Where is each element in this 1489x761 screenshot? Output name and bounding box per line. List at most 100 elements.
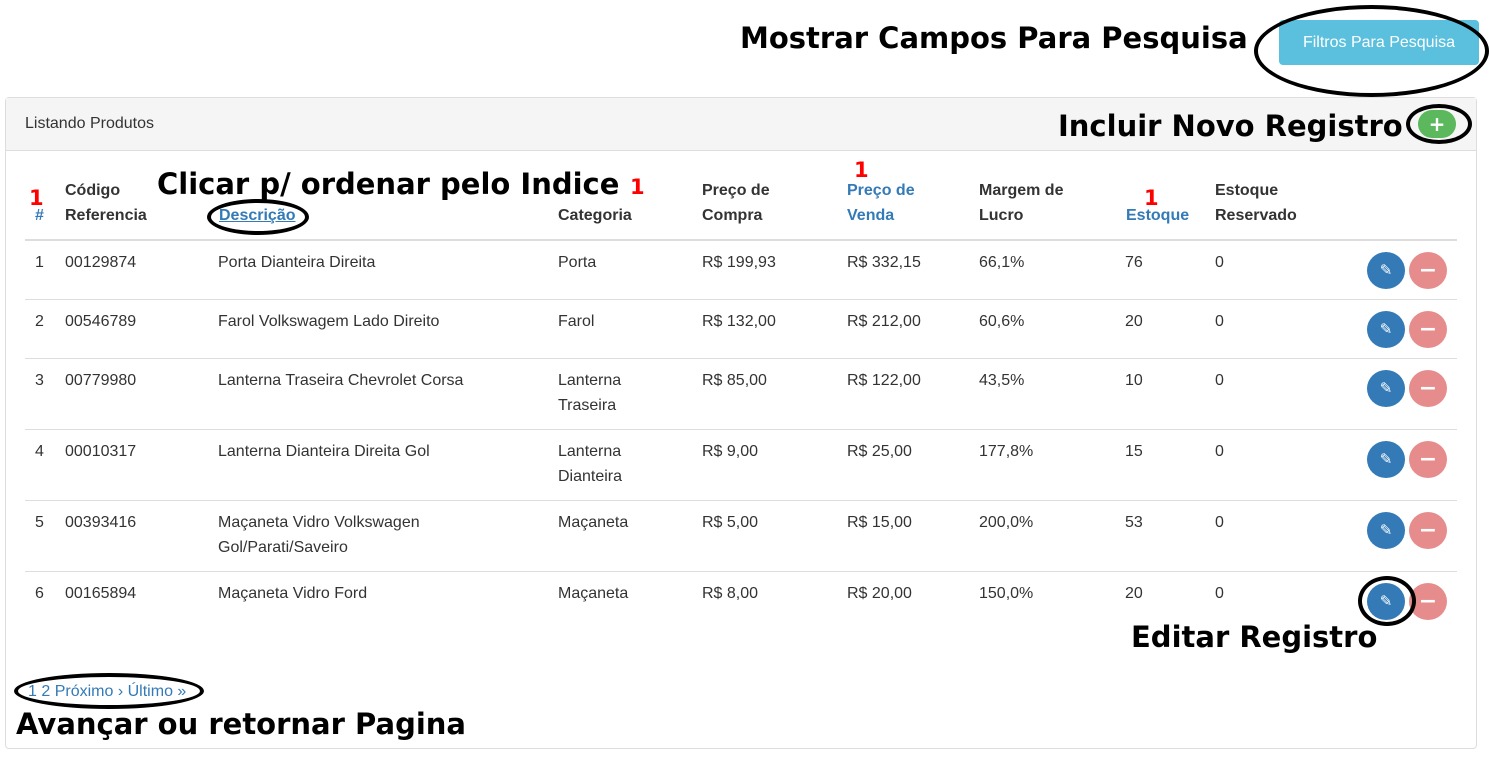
cell-stock: 20 xyxy=(1125,313,1143,330)
cell-index: 2 xyxy=(35,313,44,330)
edit-button[interactable]: ✎ xyxy=(1367,583,1405,620)
sort-marker-description: 1 xyxy=(630,175,645,199)
cell-index: 4 xyxy=(35,443,44,460)
delete-button[interactable]: − xyxy=(1409,311,1447,348)
header-buy-line2: Compra xyxy=(702,207,763,224)
header-sell-line1[interactable]: Preço de xyxy=(847,178,915,203)
cell-description: Lanterna Dianteira Direita Gol xyxy=(218,443,430,460)
cell-sell-price: R$ 15,00 xyxy=(847,514,912,531)
header-sell-line2[interactable]: Venda xyxy=(847,203,894,228)
annotation-click-sort: Clicar p/ ordenar pelo Indice xyxy=(157,167,620,201)
cell-code: 00129874 xyxy=(65,254,137,271)
edit-icon: ✎ xyxy=(1379,320,1393,338)
cell-reserved: 0 xyxy=(1215,443,1224,460)
cell-sell-price: R$ 332,15 xyxy=(847,254,921,271)
page-current[interactable]: 1 xyxy=(28,683,37,700)
cell-index: 3 xyxy=(35,372,44,389)
row-divider xyxy=(25,299,1457,300)
cell-buy-price: R$ 85,00 xyxy=(702,372,767,389)
cell-reserved: 0 xyxy=(1215,585,1224,602)
minus-icon: − xyxy=(1418,258,1438,283)
row-divider xyxy=(25,571,1457,572)
cell-category-line2: Dianteira xyxy=(558,468,623,485)
pagination: 1 2 Próximo › Último » xyxy=(28,681,186,703)
cell-stock: 20 xyxy=(1125,585,1143,602)
cell-sell-price: R$ 20,00 xyxy=(847,585,912,602)
cell-category: Lanterna xyxy=(558,372,622,389)
cell-buy-price: R$ 132,00 xyxy=(702,313,776,330)
edit-button[interactable]: ✎ xyxy=(1367,441,1405,478)
annotation-edit-record: Editar Registro xyxy=(1131,620,1378,654)
cell-code: 00546789 xyxy=(65,313,137,330)
cell-margin: 66,1% xyxy=(979,254,1025,271)
cell-reserved: 0 xyxy=(1215,313,1224,330)
edit-icon: ✎ xyxy=(1379,379,1393,397)
cell-margin: 60,6% xyxy=(979,313,1025,330)
cell-index: 6 xyxy=(35,585,44,602)
page-2-link[interactable]: 2 xyxy=(41,683,50,700)
annotation-add-new: Incluir Novo Registro xyxy=(1058,109,1403,143)
minus-icon: − xyxy=(1418,447,1438,472)
cell-description: Maçaneta Vidro Volkswagen xyxy=(218,514,420,531)
cell-index: 1 xyxy=(35,254,44,271)
delete-button[interactable]: − xyxy=(1409,370,1447,407)
cell-buy-price: R$ 9,00 xyxy=(702,443,759,460)
cell-description: Maçaneta Vidro Ford xyxy=(218,585,368,602)
header-code-line2: Referencia xyxy=(65,207,147,224)
edit-icon: ✎ xyxy=(1379,521,1393,539)
edit-button[interactable]: ✎ xyxy=(1367,370,1405,407)
delete-button[interactable]: − xyxy=(1409,512,1447,549)
cell-reserved: 0 xyxy=(1215,254,1224,271)
cell-code: 00779980 xyxy=(65,372,137,389)
cell-code: 00393416 xyxy=(65,514,137,531)
cell-description: Farol Volkswagem Lado Direito xyxy=(218,313,440,330)
cell-stock: 53 xyxy=(1125,514,1143,531)
edit-button[interactable]: ✎ xyxy=(1367,252,1405,289)
cell-description-line2: Gol/Parati/Saveiro xyxy=(218,539,348,556)
cell-stock: 10 xyxy=(1125,372,1143,389)
cell-category: Maçaneta xyxy=(558,585,629,602)
minus-icon: − xyxy=(1418,376,1438,401)
minus-icon: − xyxy=(1418,317,1438,342)
cell-margin: 150,0% xyxy=(979,585,1034,602)
cell-buy-price: R$ 8,00 xyxy=(702,585,759,602)
cell-sell-price: R$ 122,00 xyxy=(847,372,921,389)
delete-button[interactable]: − xyxy=(1409,583,1447,620)
filter-button[interactable]: Filtros Para Pesquisa xyxy=(1279,20,1479,65)
header-stock[interactable]: Estoque xyxy=(1126,203,1189,228)
cell-category: Lanterna xyxy=(558,443,622,460)
cell-margin: 200,0% xyxy=(979,514,1034,531)
plus-icon: + xyxy=(1428,112,1446,136)
minus-icon: − xyxy=(1418,518,1438,543)
cell-code: 00165894 xyxy=(65,585,137,602)
delete-button[interactable]: − xyxy=(1409,252,1447,289)
row-divider xyxy=(25,429,1457,430)
cell-reserved: 0 xyxy=(1215,372,1224,389)
row-divider xyxy=(25,358,1457,359)
cell-buy-price: R$ 199,93 xyxy=(702,254,776,271)
header-index[interactable]: # xyxy=(35,203,44,228)
cell-margin: 177,8% xyxy=(979,443,1034,460)
header-description[interactable]: Descrição xyxy=(219,203,296,228)
page-last-link[interactable]: Último » xyxy=(128,683,187,700)
edit-button[interactable]: ✎ xyxy=(1367,311,1405,348)
edit-button[interactable]: ✎ xyxy=(1367,512,1405,549)
page-next-link[interactable]: Próximo › xyxy=(55,683,123,700)
cell-category: Farol xyxy=(558,313,595,330)
cell-stock: 15 xyxy=(1125,443,1143,460)
header-buy-line1: Preço de xyxy=(702,182,770,199)
panel-title: Listando Produtos xyxy=(25,115,154,132)
cell-margin: 43,5% xyxy=(979,372,1025,389)
header-reserved-line1: Estoque xyxy=(1215,182,1279,199)
header-category: Categoria xyxy=(558,207,632,224)
cell-sell-price: R$ 25,00 xyxy=(847,443,912,460)
annotation-pagination: Avançar ou retornar Pagina xyxy=(16,707,466,741)
add-record-button[interactable]: + xyxy=(1418,110,1456,138)
cell-sell-price: R$ 212,00 xyxy=(847,313,921,330)
delete-button[interactable]: − xyxy=(1409,441,1447,478)
edit-icon: ✎ xyxy=(1379,261,1393,279)
minus-icon: − xyxy=(1418,589,1438,614)
header-code-line1: Código xyxy=(65,182,121,199)
cell-buy-price: R$ 5,00 xyxy=(702,514,759,531)
cell-reserved: 0 xyxy=(1215,514,1224,531)
